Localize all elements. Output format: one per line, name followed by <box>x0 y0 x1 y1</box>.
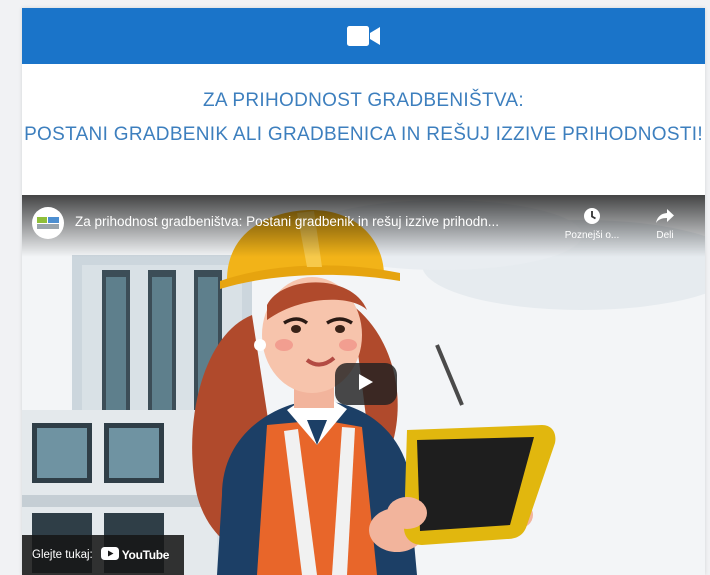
page-title: ZA PRIHODNOST GRADBENIŠTVA: POSTANI GRAD… <box>22 86 705 150</box>
channel-avatar[interactable] <box>32 207 64 239</box>
youtube-play-icon <box>100 547 119 563</box>
video-title[interactable]: Za prihodnost gradbeništva: Postani grad… <box>75 214 555 229</box>
title-line-1: ZA PRIHODNOST GRADBENIŠTVA: <box>203 90 524 111</box>
watch-on-label: Glejte tukaj: <box>32 549 93 561</box>
share-label: Deli <box>656 230 674 241</box>
youtube-logo: YouTube <box>100 547 170 563</box>
youtube-wordmark: YouTube <box>121 548 170 562</box>
video-camera-icon <box>346 25 381 47</box>
watch-later-button[interactable]: Poznejši o... <box>562 207 622 241</box>
share-icon <box>655 209 675 228</box>
youtube-embed[interactable]: Za prihodnost gradbeništva: Postani grad… <box>22 195 705 575</box>
clock-icon <box>583 208 601 228</box>
title-line-2: POSTANI GRADBENIK ALI GRADBENICA IN REŠU… <box>24 124 703 145</box>
card-header <box>22 8 705 64</box>
watch-on-youtube-button[interactable]: Glejte tukaj: YouTube <box>22 535 184 575</box>
watch-later-label: Poznejši o... <box>564 230 620 241</box>
play-button[interactable] <box>335 363 397 405</box>
play-icon <box>358 373 374 396</box>
share-button[interactable]: Deli <box>635 207 695 241</box>
video-card: ZA PRIHODNOST GRADBENIŠTVA: POSTANI GRAD… <box>22 8 705 575</box>
